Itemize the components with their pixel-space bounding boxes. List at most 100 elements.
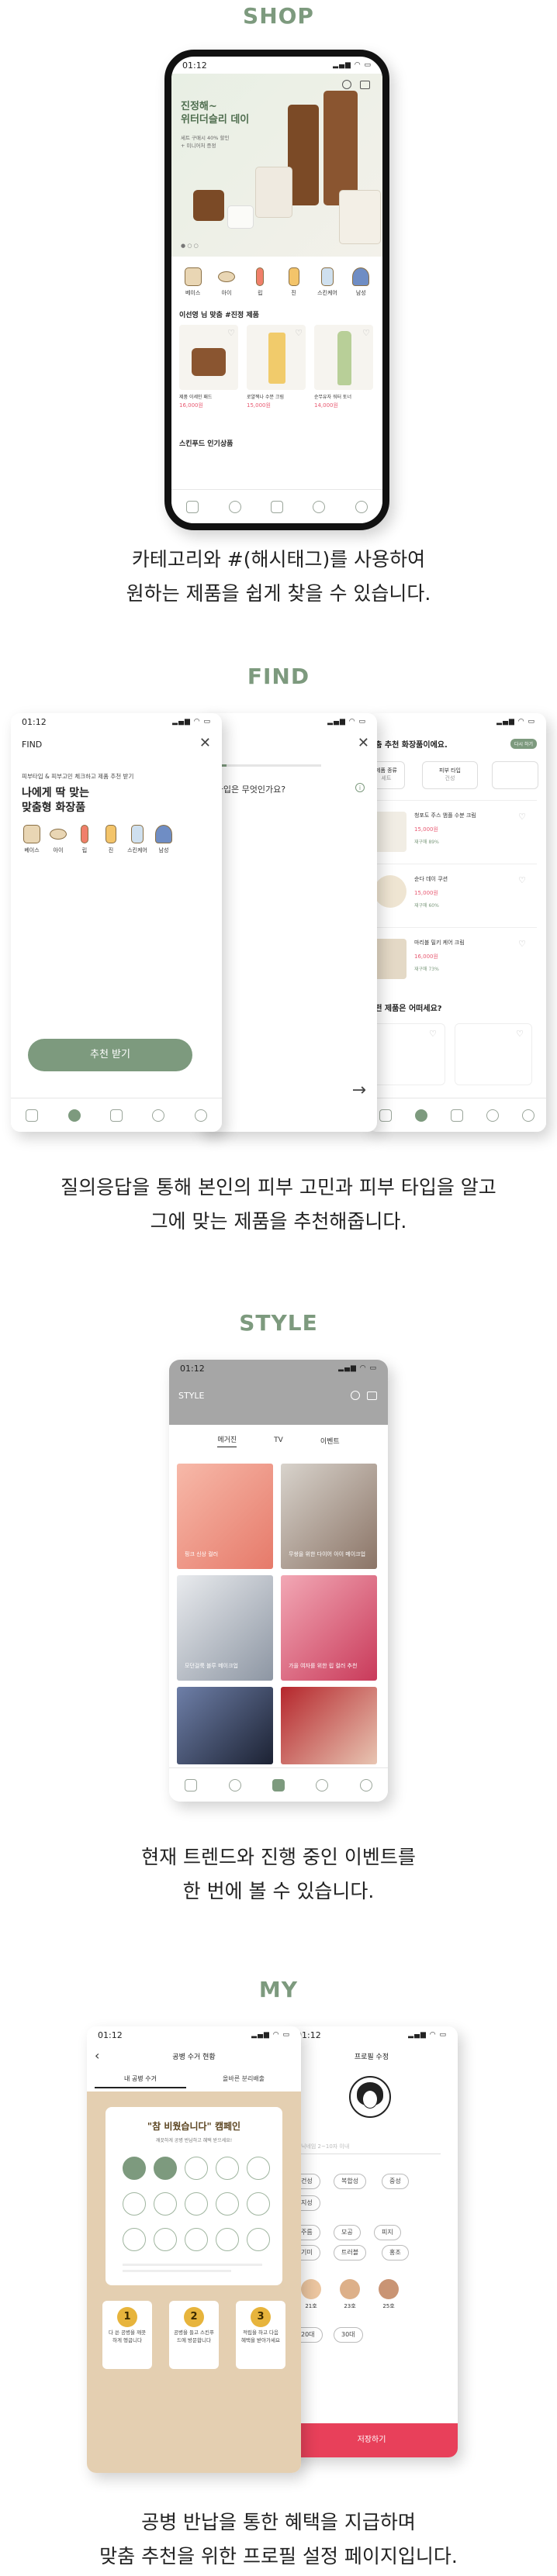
- heart-icon[interactable]: ♡: [518, 875, 526, 885]
- category-eye[interactable]: 아이: [45, 825, 71, 854]
- heart-tab-icon: [313, 500, 326, 513]
- recommend-item[interactable]: 청포도 주스 앰플 수분 크림 15,000원 재구매 89% ♡: [368, 800, 537, 864]
- tab-find[interactable]: [411, 1109, 431, 1122]
- category-lip[interactable]: 립: [247, 267, 273, 297]
- tab-style[interactable]: [267, 500, 287, 513]
- tab-wish[interactable]: [309, 500, 329, 513]
- tab-find[interactable]: [64, 1109, 85, 1122]
- stamp-card: "참 비웠습니다" 캠페인 깨끗하게 공병 반납하고 혜택 받으세요!: [106, 2107, 282, 2285]
- man-icon: [155, 825, 172, 843]
- my-caption-line2: 맞춤 추천을 위한 프로필 설정 페이지입니다.: [99, 2545, 458, 2567]
- search-icon[interactable]: [351, 1391, 360, 1400]
- category-base[interactable]: 베이스: [19, 825, 45, 854]
- filter-more[interactable]: [492, 761, 538, 789]
- tab-my-bottles[interactable]: 내 공병 수거: [95, 2074, 186, 2088]
- concern-chip[interactable]: 모공: [334, 2225, 361, 2240]
- concern-chip[interactable]: 트러블: [334, 2245, 367, 2260]
- tab-style[interactable]: [268, 1778, 289, 1791]
- style-card[interactable]: [177, 1687, 273, 1764]
- skin-tone-swatch[interactable]: [340, 2279, 360, 2299]
- stamp-empty: [185, 2157, 208, 2180]
- tab-wish[interactable]: [312, 1778, 332, 1791]
- more-card[interactable]: ♡: [455, 1023, 532, 1085]
- tab-find[interactable]: [225, 500, 245, 513]
- tab-home[interactable]: [181, 1778, 201, 1791]
- tab-home[interactable]: [182, 500, 202, 513]
- tab-magazine[interactable]: 메거진: [217, 1434, 237, 1447]
- category-tube[interactable]: 진: [281, 267, 307, 297]
- concern-chip[interactable]: 피지: [374, 2225, 401, 2240]
- product-card[interactable]: ♡ 순무유자 워터 토너 14,000원: [314, 325, 373, 409]
- tab-my[interactable]: [191, 1109, 211, 1122]
- category-base[interactable]: 베이스: [180, 267, 206, 297]
- recommend-item[interactable]: 순다 데이 쿠션 15,000원 재구매 60% ♡: [368, 864, 537, 927]
- avatar[interactable]: [349, 2076, 391, 2118]
- heart-icon[interactable]: ♡: [518, 939, 526, 949]
- concern-chip[interactable]: 홍조: [382, 2245, 409, 2260]
- style-card[interactable]: 가을 여자를 위한 립 컬러 추천: [281, 1575, 377, 1681]
- stamp-notes: [123, 2264, 262, 2266]
- tab-style[interactable]: [106, 1109, 126, 1122]
- skin-tone-swatch[interactable]: [301, 2279, 321, 2299]
- tab-recycling-guide[interactable]: 올바른 분리배출: [197, 2074, 290, 2087]
- category-men[interactable]: 남성: [348, 267, 374, 297]
- filter-skin-type[interactable]: 피부 타입 건성: [422, 761, 478, 789]
- category-skincare[interactable]: 스킨케어: [124, 825, 150, 854]
- banner-sub-line1: 세트 구매시 40% 할인: [181, 135, 230, 141]
- tab-event[interactable]: 이벤트: [320, 1436, 340, 1446]
- get-recommendation-button[interactable]: 추천 받기: [28, 1039, 192, 1071]
- category-skincare[interactable]: 스킨케어: [314, 267, 341, 297]
- status-bar: 01:12 ▂▄▆ ◠ ▭: [98, 2029, 290, 2040]
- product-image-box: [339, 190, 381, 244]
- category-eye[interactable]: 아이: [213, 267, 240, 297]
- style-card[interactable]: 핑크 신상 컬러: [177, 1464, 273, 1569]
- style-card[interactable]: [281, 1687, 377, 1764]
- skin-tone-swatch[interactable]: [379, 2279, 399, 2299]
- home-icon: [26, 1109, 39, 1122]
- tab-home[interactable]: [22, 1109, 42, 1122]
- tab-wish[interactable]: [483, 1109, 503, 1122]
- heart-icon[interactable]: ♡: [429, 1029, 437, 1039]
- more-card[interactable]: ♡: [368, 1023, 445, 1085]
- close-icon[interactable]: ✕: [358, 735, 369, 751]
- tab-home[interactable]: [375, 1109, 396, 1122]
- search-icon[interactable]: [342, 80, 351, 89]
- heart-icon[interactable]: ♡: [227, 328, 235, 338]
- save-button[interactable]: 저장하기: [285, 2423, 458, 2457]
- category-lip[interactable]: 립: [71, 825, 98, 854]
- product-card[interactable]: ♡ 제품 이세민 패드 16,000원: [179, 325, 238, 409]
- stamp-filled: [123, 2157, 146, 2180]
- category-men[interactable]: 남성: [150, 825, 177, 854]
- recommend-item[interactable]: 마리블 밀키 케어 크림 16,000원 재구매 73% ♡: [368, 927, 537, 991]
- more-question: 어떤 제품은 어떠세요?: [368, 1005, 442, 1013]
- heart-icon[interactable]: ♡: [362, 328, 370, 338]
- tab-style[interactable]: [447, 1109, 467, 1122]
- skin-type-chip[interactable]: 중성: [382, 2174, 409, 2189]
- tab-find[interactable]: [225, 1778, 245, 1791]
- info-icon[interactable]: i: [355, 783, 365, 792]
- promo-banner[interactable]: 진정해~ 위터더슬리 데이 세트 구매시 40% 할인 + 미니어처 증정 ● …: [171, 74, 382, 257]
- tab-tv[interactable]: TV: [274, 1436, 283, 1444]
- tab-my[interactable]: [351, 500, 372, 513]
- heart-icon[interactable]: ♡: [295, 328, 303, 338]
- skin-type-chip[interactable]: 복합성: [334, 2174, 367, 2189]
- style-card[interactable]: 무쌍을 위한 다이어 아이 메이크업: [281, 1464, 377, 1569]
- close-icon[interactable]: ✕: [199, 735, 211, 751]
- category-tube[interactable]: 진: [98, 825, 124, 854]
- style-card[interactable]: 모던걸룩 블루 메이크업: [177, 1575, 273, 1681]
- retry-badge[interactable]: 다시 하기: [510, 739, 537, 749]
- nickname-input[interactable]: 닉네임 2~10자 이내: [301, 2143, 441, 2154]
- stamp-filled: [154, 2157, 177, 2180]
- skincare-icon: [131, 825, 144, 843]
- heart-icon[interactable]: ♡: [518, 812, 526, 822]
- heart-icon[interactable]: ♡: [516, 1029, 524, 1039]
- next-arrow-icon[interactable]: →: [352, 1081, 366, 1100]
- product-card[interactable]: ♡ 로얄젝나 수분 크림 15,000원: [247, 325, 306, 409]
- tab-my[interactable]: [518, 1109, 538, 1122]
- status-bar: 01:12 ▂▄▆ ◠ ▭: [296, 2029, 447, 2040]
- age-chip[interactable]: 30대: [334, 2327, 363, 2343]
- tab-my[interactable]: [356, 1778, 376, 1791]
- cart-icon[interactable]: [367, 1391, 377, 1400]
- cart-icon[interactable]: [360, 81, 370, 89]
- tab-wish[interactable]: [148, 1109, 168, 1122]
